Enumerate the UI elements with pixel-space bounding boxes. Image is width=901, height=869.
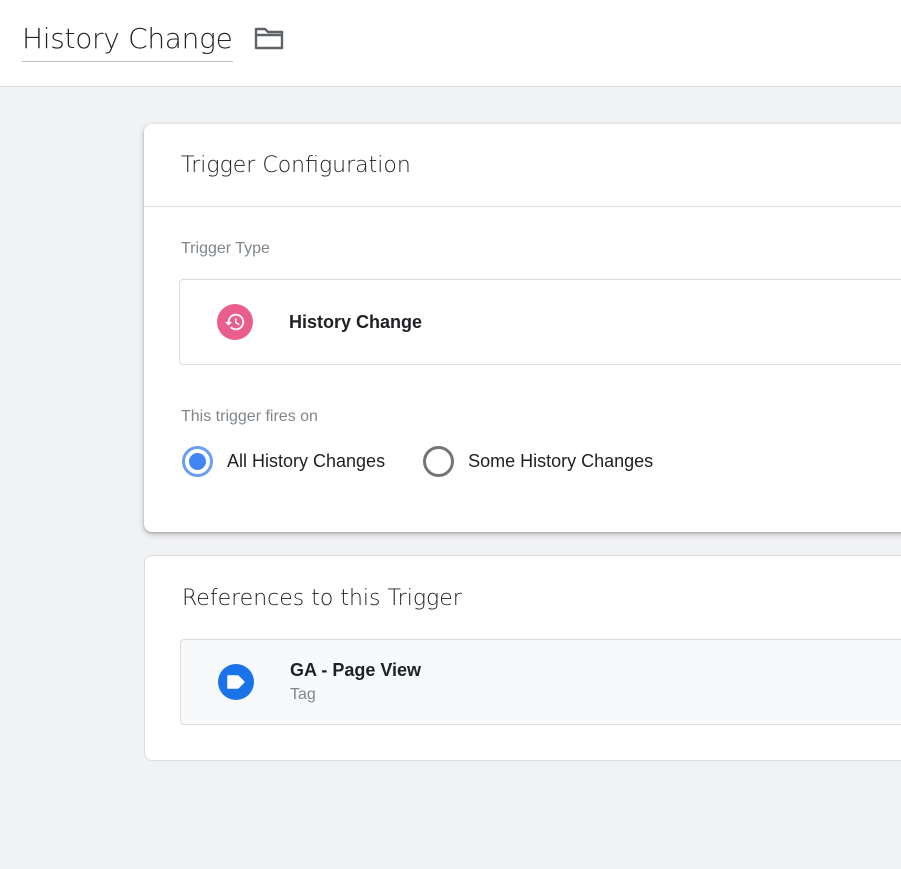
- trigger-type-label: Trigger Type: [181, 240, 270, 257]
- title-area: History Change: [22, 22, 285, 62]
- references-card: References to this Trigger GA - Page Vie…: [144, 555, 901, 761]
- trigger-name-input[interactable]: History Change: [22, 22, 233, 62]
- radio-label: Some History Changes: [468, 451, 654, 471]
- trigger-type-selector[interactable]: History Change: [179, 279, 901, 365]
- reference-text: GA - Page View Tag: [290, 660, 421, 704]
- history-icon: [217, 304, 253, 340]
- radio-all-history-changes[interactable]: All History Changes: [182, 446, 385, 477]
- folder-icon[interactable]: [253, 24, 285, 52]
- fires-on-label: This trigger fires on: [181, 408, 318, 425]
- tag-icon: [218, 664, 254, 700]
- card-heading: References to this Trigger: [182, 585, 462, 611]
- radio-button-unchecked[interactable]: [423, 446, 455, 477]
- top-bar: History Change: [0, 0, 901, 87]
- trigger-configuration-card: Trigger Configuration Trigger Type Histo…: [144, 124, 901, 532]
- fires-on-radio-group: All History Changes Some History Changes: [182, 446, 653, 477]
- radio-some-history-changes[interactable]: Some History Changes: [423, 446, 653, 477]
- radio-label: All History Changes: [227, 451, 386, 471]
- reference-name: GA - Page View: [290, 660, 422, 680]
- trigger-type-name: History Change: [289, 311, 423, 332]
- reference-kind: Tag: [290, 686, 316, 703]
- radio-button-checked[interactable]: [182, 446, 213, 477]
- reference-item[interactable]: GA - Page View Tag: [180, 639, 901, 725]
- card-heading: Trigger Configuration: [144, 124, 901, 207]
